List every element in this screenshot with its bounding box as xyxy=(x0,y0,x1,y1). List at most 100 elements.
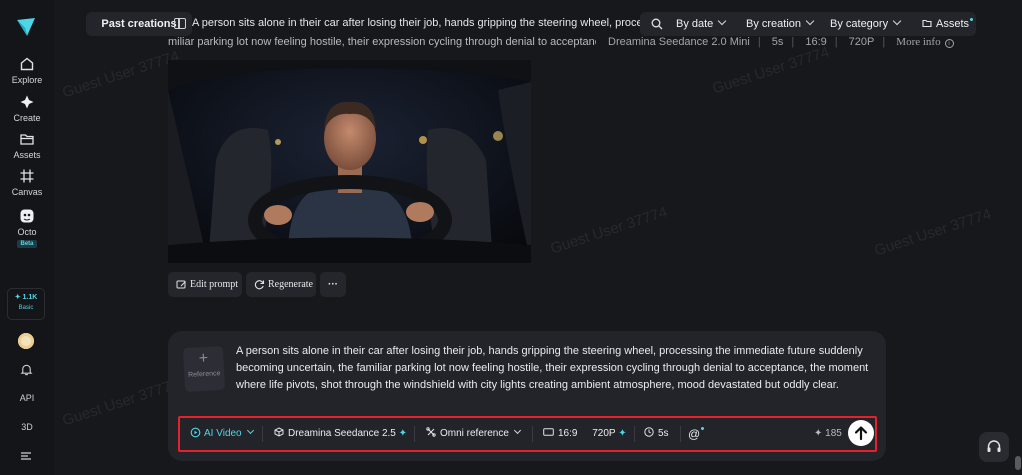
bell-icon[interactable] xyxy=(20,363,33,376)
generation-meta: Dreamina Seedance 2.0 Mini | 5s | 16:9 | 72… xyxy=(608,36,962,48)
sidebar-item-label: Canvas xyxy=(11,187,43,197)
ratio-label: 16:9 xyxy=(558,428,578,439)
duration-label: 5s xyxy=(658,428,669,439)
filter-by-date-label: By date xyxy=(676,18,714,30)
sidebar-item-label: Create xyxy=(13,113,41,123)
notification-dot xyxy=(701,427,705,430)
filter-by-category[interactable]: By category xyxy=(830,12,902,36)
watermark: Guest User 37774 xyxy=(710,43,832,98)
sidebar-item-assets[interactable]: Assets xyxy=(0,131,54,160)
mode-selector[interactable]: AI Video xyxy=(190,418,254,450)
model-selector[interactable]: Dreamina Seedance 2.5 ✦ xyxy=(274,418,407,450)
divider xyxy=(262,426,263,442)
aspect-ratio-icon xyxy=(543,428,554,436)
sidebar-item-octo[interactable]: Octo Beta xyxy=(0,208,54,248)
chevron-down-icon xyxy=(513,426,521,435)
threed-link[interactable]: 3D xyxy=(0,422,54,432)
frame-icon xyxy=(20,169,34,183)
sidebar: Explore Create Assets Canvas Octo Beta ✦… xyxy=(0,0,54,475)
sidebar-item-label: Assets xyxy=(13,150,41,160)
edit-prompt-button[interactable]: Edit prompt xyxy=(168,272,242,297)
prompt-input[interactable]: A person sits alone in their car after l… xyxy=(236,343,876,394)
support-button[interactable] xyxy=(979,432,1009,462)
api-link[interactable]: API xyxy=(0,393,54,403)
edit-icon xyxy=(176,280,186,289)
watermark: Guest User 37774 xyxy=(60,47,182,102)
filter-by-creation[interactable]: By creation xyxy=(746,12,815,36)
regenerate-button[interactable]: Regenerate xyxy=(246,272,316,297)
chevron-down-icon xyxy=(718,16,727,26)
meta-duration: 5s xyxy=(771,36,784,48)
aspect-resolution-selector[interactable]: 16:9 720P ✦ xyxy=(543,418,627,450)
assets-label: Assets xyxy=(936,18,970,30)
more-info-link[interactable]: More info xyxy=(896,36,940,48)
model-label: Dreamina Seedance 2.5 xyxy=(288,428,396,439)
prompt-composer: + Reference A person sits alone in their… xyxy=(168,331,886,461)
filter-by-date[interactable]: By date xyxy=(676,12,727,36)
plus-icon: + xyxy=(198,349,209,368)
sidebar-item-label: Explore xyxy=(11,75,43,85)
divider xyxy=(680,426,681,442)
menu-icon[interactable] xyxy=(20,451,32,461)
home-icon xyxy=(20,57,34,71)
clock-icon xyxy=(644,427,654,437)
folder-icon xyxy=(20,134,34,145)
reference-upload[interactable]: + Reference xyxy=(182,345,226,393)
reference-selector[interactable]: Omni reference xyxy=(426,418,521,450)
headset-icon xyxy=(987,440,1001,452)
credits-value: 1.1K xyxy=(22,294,38,301)
mention-button[interactable]: @ xyxy=(688,418,705,450)
arrow-up-icon xyxy=(854,426,868,441)
scrollbar-handle[interactable] xyxy=(1015,456,1021,470)
refresh-icon xyxy=(254,280,265,290)
sparkle-icon: ✦ xyxy=(398,428,408,439)
folder-icon xyxy=(922,19,932,28)
meta-ratio: 16:9 xyxy=(805,36,827,48)
notification-dot xyxy=(970,18,974,21)
omni-reference-icon xyxy=(426,427,436,437)
generation-toolbar: AI Video Dreamina Seedance 2.5 ✦ Omni re… xyxy=(178,416,877,452)
search-icon[interactable] xyxy=(651,18,663,30)
mode-label: AI Video xyxy=(204,428,242,439)
chevron-down-icon xyxy=(805,16,815,26)
more-options-button[interactable]: ··· xyxy=(320,272,346,297)
resolution-label: 720P xyxy=(592,428,616,439)
divider xyxy=(532,426,533,442)
divider xyxy=(634,426,635,442)
app-logo-icon[interactable] xyxy=(15,16,37,38)
sidebar-item-explore[interactable]: Explore xyxy=(0,56,54,85)
credit-cost: ✦ 185 xyxy=(814,418,842,450)
panel-toggle-icon[interactable] xyxy=(174,18,186,29)
filter-bar: By date By creation By category Assets xyxy=(640,12,976,36)
regenerate-label: Regenerate xyxy=(268,279,313,290)
video-frame-image xyxy=(168,60,531,263)
duration-selector[interactable]: 5s xyxy=(644,418,669,450)
credits-widget[interactable]: ✦ 1.1K Basic xyxy=(7,288,45,320)
prompt-subtitle: miliar parking lot now feeling hostile, … xyxy=(168,36,596,48)
reference-mode-label: Omni reference xyxy=(440,428,509,439)
watermark: Guest User 37774 xyxy=(548,203,670,258)
sparkle-icon: ✦ xyxy=(618,428,627,439)
edit-prompt-label: Edit prompt xyxy=(190,279,239,290)
cube-icon xyxy=(274,427,284,437)
sidebar-item-create[interactable]: Create xyxy=(0,94,54,123)
sidebar-item-canvas[interactable]: Canvas xyxy=(0,168,54,197)
chevron-down-icon xyxy=(892,16,902,26)
watermark: Guest User 37774 xyxy=(60,375,182,430)
assets-button[interactable]: Assets xyxy=(922,12,974,36)
cost-value: 185 xyxy=(825,428,842,439)
generate-button[interactable] xyxy=(848,420,874,446)
info-icon[interactable]: i xyxy=(944,39,954,48)
chevron-down-icon xyxy=(246,426,254,435)
divider xyxy=(414,426,415,442)
filter-by-creation-label: By creation xyxy=(746,18,802,30)
sparkle-icon: ✦ xyxy=(814,428,823,439)
mention-label: @ xyxy=(688,427,701,441)
credits-star-icon: ✦ xyxy=(14,294,21,301)
generated-video-thumbnail[interactable] xyxy=(168,60,531,263)
filter-by-category-label: By category xyxy=(830,18,889,30)
meta-model: Dreamina Seedance 2.0 Mini xyxy=(608,36,750,48)
reference-label: Reference xyxy=(187,370,221,379)
sparkle-icon xyxy=(20,95,34,109)
avatar[interactable] xyxy=(18,333,34,349)
